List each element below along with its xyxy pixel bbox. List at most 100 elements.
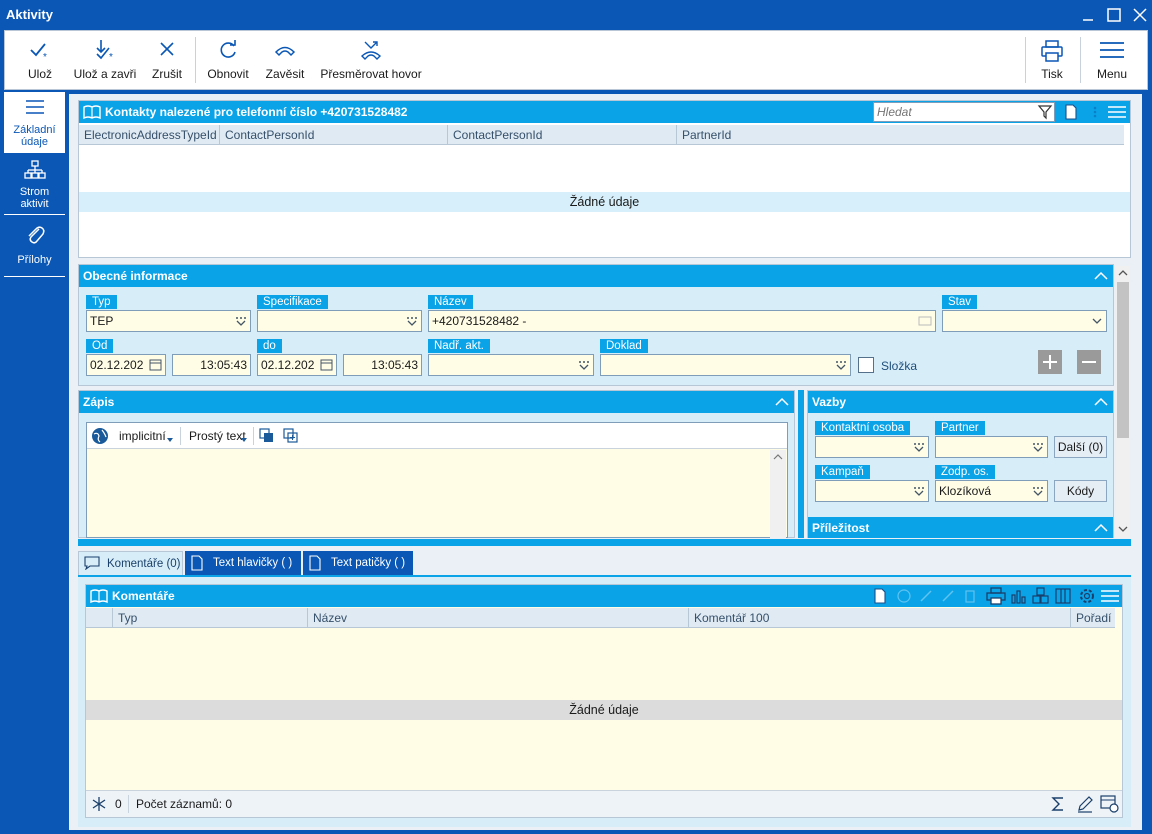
from-date-input[interactable]: 02.12.202 (86, 354, 166, 376)
chevron-up-icon[interactable] (1091, 518, 1111, 538)
column-header[interactable]: ContactPersonId (225, 128, 314, 142)
list-icon (24, 98, 46, 116)
nav-item-activity-tree[interactable]: Strom aktivit (4, 154, 65, 215)
marked-count: 0 (115, 797, 122, 811)
save-close-button[interactable]: * Ulož a zavři (71, 31, 139, 89)
copy-icon[interactable] (259, 428, 275, 444)
gear-icon[interactable] (1078, 587, 1096, 605)
responsible-select[interactable]: Klozíková (935, 480, 1048, 502)
printer-icon[interactable] (986, 587, 1006, 605)
pencil-icon[interactable] (1076, 795, 1094, 813)
contacts-search-input[interactable] (873, 102, 1055, 122)
parent-select[interactable] (428, 354, 594, 376)
dropdown-icon (406, 316, 418, 326)
responsible-label: Zodp. os. (935, 465, 995, 479)
delete-icon[interactable] (962, 588, 978, 604)
hamburger-icon (1099, 39, 1125, 61)
hamburger-icon[interactable] (1100, 588, 1120, 604)
to-time-input[interactable]: 13:05:43 (343, 354, 422, 376)
new-document-icon[interactable] (872, 588, 888, 604)
new-document-icon[interactable] (1063, 104, 1079, 120)
redirect-call-button[interactable]: Přesměrovat hovor (317, 31, 425, 89)
general-title: Obecné informace (83, 269, 188, 283)
sum-icon[interactable] (1050, 795, 1066, 813)
from-time-input[interactable]: 13:05:43 (172, 354, 251, 376)
close-icon[interactable] (1130, 5, 1150, 25)
language-dropdown[interactable]: implicitní (119, 429, 166, 443)
calendar-icon[interactable] (149, 358, 162, 371)
links-header: Vazby (808, 391, 1113, 413)
to-date-input[interactable]: 02.12.202 (257, 354, 337, 376)
cancel-button[interactable]: Zrušit (145, 31, 189, 89)
calendar-icon[interactable] (320, 358, 333, 371)
column-header[interactable]: ContactPersonId (453, 128, 542, 142)
tab-comments[interactable]: Komentáře (0) (78, 551, 183, 575)
doc-label: Doklad (600, 339, 648, 353)
snowflake-icon[interactable] (91, 796, 107, 812)
cubes-icon[interactable] (1032, 587, 1050, 605)
columns-icon[interactable] (1054, 587, 1072, 605)
vertical-splitter[interactable] (798, 390, 804, 538)
menu-button[interactable]: Menu (1087, 31, 1137, 89)
chevron-up-icon[interactable] (772, 392, 792, 412)
edit-icon[interactable] (918, 588, 934, 604)
chevron-up-icon[interactable] (1091, 266, 1111, 286)
copy-record-icon[interactable] (896, 588, 912, 604)
hangup-button[interactable]: Zavěsit (261, 31, 309, 89)
redirect-call-icon (359, 39, 383, 61)
state-select[interactable] (942, 310, 1107, 332)
dropdown-icon (1032, 442, 1044, 452)
chevron-down-icon (1091, 316, 1103, 326)
globe-icon (90, 426, 110, 446)
column-header[interactable]: PartnerId (682, 128, 731, 142)
chevron-down-icon (167, 438, 173, 442)
codes-button[interactable]: Kódy (1054, 480, 1107, 502)
type-select[interactable]: TEP (86, 310, 251, 332)
notes-scrollbar[interactable] (770, 450, 786, 538)
remove-button[interactable] (1077, 350, 1101, 374)
bar-chart-icon[interactable] (1010, 587, 1028, 605)
left-navigation: Základní údaje Strom aktivit Přílohy (4, 92, 65, 830)
format-dropdown[interactable]: Prostý text (189, 429, 246, 443)
name-input[interactable]: +420731528482 - (428, 310, 936, 332)
chevron-up-icon[interactable] (1091, 392, 1111, 412)
scrollbar-thumb[interactable] (1117, 282, 1129, 438)
nav-item-attachments[interactable]: Přílohy (4, 216, 65, 277)
dropdown-icon (578, 360, 590, 370)
maximize-icon[interactable] (1104, 5, 1124, 25)
minimize-icon[interactable] (1078, 5, 1098, 25)
spec-select[interactable] (257, 310, 422, 332)
name-value: +420731528482 - (432, 314, 527, 328)
column-header[interactable]: Název (313, 611, 347, 625)
x-icon (157, 39, 177, 59)
save-button[interactable]: * Ulož (15, 31, 65, 89)
paste-icon[interactable] (283, 428, 299, 444)
tab-footer-text[interactable]: Text patičky ( ) (303, 551, 413, 575)
add-button[interactable] (1038, 350, 1062, 374)
column-header[interactable]: Pořadí (1076, 611, 1111, 625)
folder-checkbox[interactable] (858, 357, 874, 373)
table-settings-icon[interactable] (1100, 794, 1120, 814)
edit-icon[interactable] (940, 588, 956, 604)
tab-header-text[interactable]: Text hlavičky ( ) (185, 551, 301, 575)
dots-icon[interactable] (1087, 104, 1103, 120)
nav-item-basic-data[interactable]: Základní údaje (4, 92, 65, 153)
horizontal-splitter[interactable] (78, 539, 1131, 546)
more-button[interactable]: Další (0) (1054, 436, 1107, 458)
doc-select[interactable] (600, 354, 851, 376)
toolbar-separator (1025, 37, 1026, 83)
chevron-down-icon[interactable] (1116, 522, 1130, 536)
column-header[interactable]: Komentář 100 (694, 611, 769, 625)
partner-select[interactable] (935, 436, 1048, 458)
hamburger-icon[interactable] (1107, 104, 1127, 120)
filter-icon[interactable] (1037, 104, 1053, 120)
print-button[interactable]: Tisk (1029, 31, 1075, 89)
column-header[interactable]: ElectronicAddressTypeId (84, 128, 217, 142)
book-icon (90, 588, 108, 604)
contact-person-select[interactable] (815, 436, 929, 458)
scrollbar[interactable] (1116, 266, 1130, 538)
campaign-select[interactable] (815, 480, 929, 502)
column-header[interactable]: Typ (118, 611, 137, 625)
refresh-button[interactable]: Obnovit (203, 31, 253, 89)
from-date-value: 02.12.202 (90, 358, 144, 372)
